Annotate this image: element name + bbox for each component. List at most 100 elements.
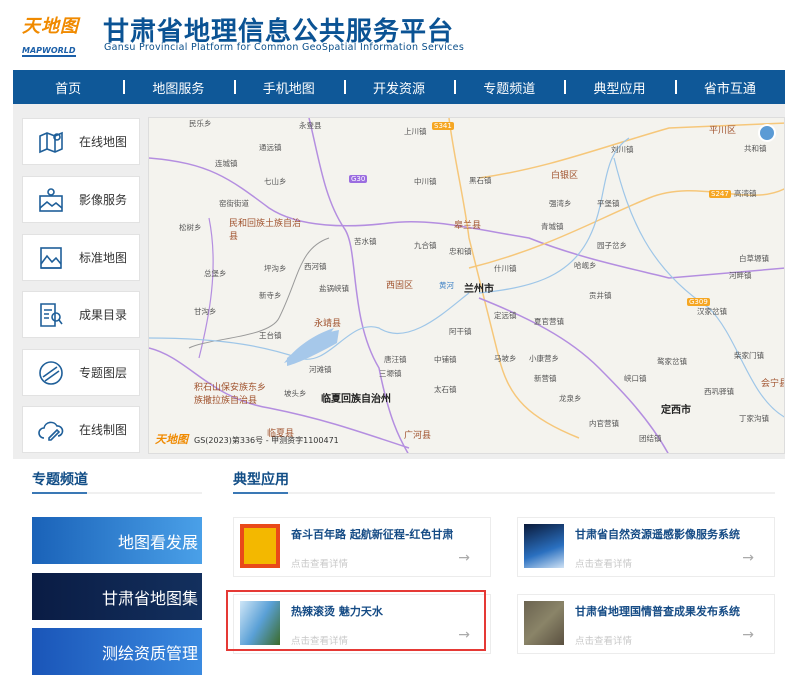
arrow-right-icon[interactable]: → (458, 550, 470, 566)
map-place-label: 哈岘乡 (574, 261, 597, 270)
map-place-label: 新寺乡 (259, 291, 282, 300)
section-underline (32, 492, 202, 494)
map-place-label: 鹜家岔镇 (657, 357, 687, 366)
map-place-label: 总堡乡 (204, 269, 227, 278)
geo-census-thumbnail (524, 601, 564, 645)
image-icon (39, 187, 63, 212)
sidebar-item-imagery[interactable]: 影像服务 (22, 176, 140, 223)
map-place-label: 小康营乡 (529, 354, 559, 363)
map-place-label: 太石镇 (434, 385, 457, 394)
map-place-label: 团结镇 (639, 434, 662, 443)
road-shield: G30 (349, 175, 368, 183)
map-place-label: 积石山保安族东乡族撒拉族自治县 (194, 383, 267, 406)
app-card-remote-sensing[interactable]: 甘肃省自然资源遥感影像服务系统 点击查看详情 → (517, 517, 775, 577)
map-place-label: 盐锅峡镇 (319, 284, 349, 293)
sidebar-item-online-map[interactable]: 在线地图 (22, 118, 140, 165)
map-place-label: 园子岔乡 (597, 241, 627, 250)
nav-province-city[interactable]: 省市互通 (674, 78, 785, 97)
app-card-red-gansu[interactable]: 奋斗百年路 起航新征程-红色甘肃 点击查看详情 → (233, 517, 491, 577)
map-place-label: 定西市 (661, 405, 691, 416)
map-place-label: 皋兰县 (454, 221, 482, 231)
banner-label: 测绘资质管理 (101, 643, 198, 663)
nav-typical-apps[interactable]: 典型应用 (564, 78, 674, 97)
map-place-label: 汉家岔镇 (697, 307, 727, 316)
map-place-label: 九合镇 (414, 241, 437, 250)
map-place-label: 内官营镇 (589, 419, 619, 428)
nav-dev-resources[interactable]: 开发资源 (343, 78, 454, 97)
map-place-label: 中铺镇 (434, 355, 457, 364)
red-gansu-thumbnail (240, 524, 280, 568)
app-card-geo-census[interactable]: 甘肃省地理国情普查成果发布系统 点击查看详情 → (517, 594, 775, 654)
banner-surveying-qualification[interactable]: 测绘资质管理 (32, 628, 202, 675)
map-place-label: 河畔镇 (729, 271, 752, 280)
selection-highlight (226, 590, 486, 651)
map-place-label: 会宁县 (761, 379, 784, 389)
sidebar-label: 成果目录 (79, 308, 128, 322)
globe-icon[interactable] (758, 124, 776, 142)
map-place-label: 黑石镇 (469, 176, 492, 185)
sidebar-label: 在线地图 (79, 135, 128, 149)
map-place-label: 黄河 (439, 281, 454, 290)
map-place-label: 民和回族土族自治县 (229, 219, 302, 242)
map-place-label: 坪沟乡 (264, 264, 287, 273)
map-place-label: 柴家门镇 (734, 351, 764, 360)
nav-special-channel[interactable]: 专题频道 (454, 78, 564, 97)
arrow-right-icon[interactable]: → (742, 550, 754, 566)
nav-map-services[interactable]: 地图服务 (123, 78, 233, 97)
map-place-label: 永登县 (299, 121, 322, 130)
main-nav: 首页 地图服务 手机地图 开发资源 专题频道 典型应用 省市互通 (13, 70, 785, 104)
map-place-label: 民乐乡 (189, 119, 212, 128)
banner-map-development[interactable]: 地图看发展 (32, 517, 202, 564)
satellite-thumbnail (524, 524, 564, 568)
map-place-label: 七山乡 (264, 177, 287, 186)
banner-gansu-atlas[interactable]: 甘肃省地图集 (32, 573, 202, 620)
map-place-label: 忠和镇 (449, 247, 472, 256)
card-details-link[interactable]: 点击查看详情 (575, 633, 632, 647)
banner-label: 地图看发展 (117, 532, 198, 552)
map-place-label: 河滩镇 (309, 365, 332, 374)
map-place-label: 上川镇 (404, 127, 427, 136)
map-place-label: 刘川镇 (611, 145, 634, 154)
map-place-label: 平堡镇 (597, 199, 620, 208)
map-copyright: 天地图 GS(2023)第336号 - 甲测资字1100471 (155, 431, 339, 447)
standard-map-icon (40, 246, 62, 269)
sidebar-label: 在线制图 (79, 423, 128, 437)
online-map[interactable]: 民乐乡 永登县 上川镇 通远镇 连城镇 七山乡 中川镇 窑街街道 民和回族土族自治县 松树乡 苦水镇… (148, 117, 785, 454)
sidebar-item-standard-map[interactable]: 标准地图 (22, 234, 140, 281)
map-footer-logo: 天地图 (155, 433, 188, 446)
card-details-link[interactable]: 点击查看详情 (575, 556, 632, 570)
map-place-label: 松树乡 (179, 223, 202, 232)
mapworld-logo[interactable]: 天地图 MAPWORLD (22, 12, 92, 57)
map-place-label: 坡头乡 (284, 389, 307, 398)
map-place-label: 兰州市 (464, 284, 494, 295)
map-place-label: 丁家沟镇 (739, 414, 769, 423)
section-underline (233, 492, 775, 494)
map-place-label: 中川镇 (414, 177, 437, 186)
map-place-label: 定远镇 (494, 311, 517, 320)
map-place-label: 窑街街道 (219, 199, 249, 208)
sidebar-item-layers[interactable]: 专题图层 (22, 349, 140, 396)
sidebar-item-online-drawing[interactable]: 在线制图 (22, 406, 140, 453)
map-place-label: 通远镇 (259, 143, 282, 152)
map-place-label: 临夏回族自治州 (321, 394, 391, 405)
card-details-link[interactable]: 点击查看详情 (291, 556, 348, 570)
sidebar-label: 影像服务 (79, 193, 128, 207)
map-approval-number: GS(2023)第336号 - 甲测资字1100471 (194, 436, 339, 445)
nav-mobile-map[interactable]: 手机地图 (233, 78, 344, 97)
map-place-label: 西巩驿镇 (704, 387, 734, 396)
map-place-label: 三塬镇 (379, 369, 402, 378)
map-place-label: 唐汪镇 (384, 355, 407, 364)
map-place-label: 西固区 (386, 281, 414, 291)
banner-label: 甘肃省地图集 (101, 588, 198, 608)
nav-home[interactable]: 首页 (13, 78, 123, 97)
map-place-label: 高湾镇 (734, 189, 757, 198)
sidebar-item-catalog[interactable]: 成果目录 (22, 291, 140, 338)
catalog-icon (40, 302, 63, 327)
sidebar-label: 专题图层 (79, 366, 128, 380)
logo-cn: 天地图 (22, 16, 79, 37)
map-place-label: 西河镇 (304, 262, 327, 271)
sidebar-label: 标准地图 (79, 251, 128, 265)
arrow-right-icon[interactable]: → (742, 627, 754, 643)
card-title: 甘肃省自然资源遥感影像服务系统 (575, 528, 740, 541)
road-shield: G309 (687, 298, 710, 306)
